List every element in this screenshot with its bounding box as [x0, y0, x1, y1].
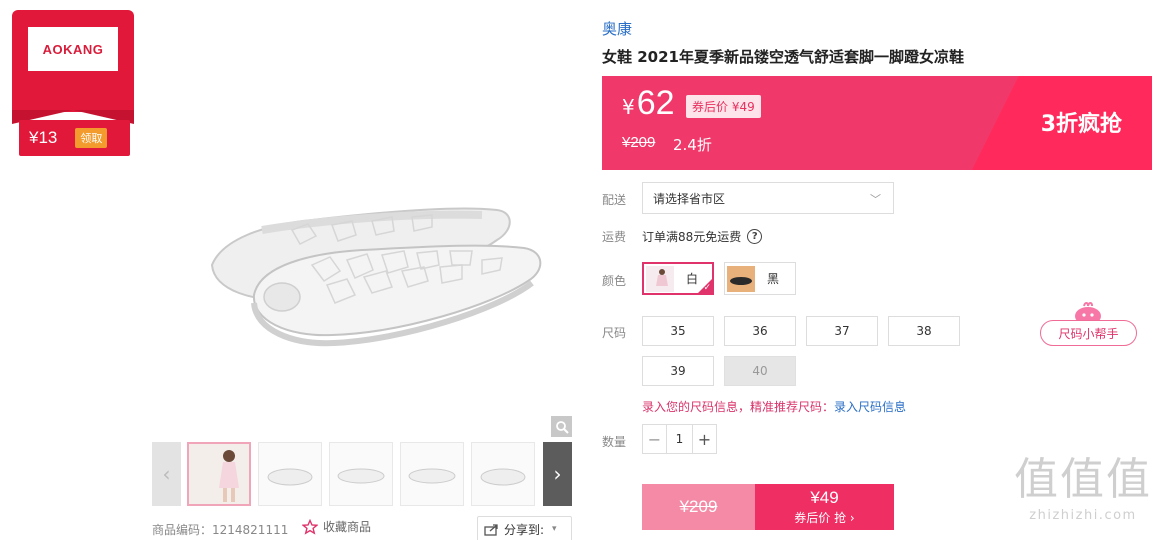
buy-with-coupon-button[interactable]: ¥49 券后价 抢 ›: [755, 484, 894, 530]
coupon-top: AOKANG: [12, 10, 134, 124]
caret-down-icon: ▾: [552, 524, 557, 534]
brand-logo-text: AOKANG: [42, 41, 104, 57]
enter-size-info-link[interactable]: 录入尺码信息: [834, 400, 906, 414]
thumbnail-1[interactable]: [187, 442, 251, 506]
product-title: 女鞋 2021年夏季新品镂空透气舒适套脚一脚蹬女凉鞋: [602, 48, 964, 66]
size-option-37[interactable]: 37: [806, 316, 878, 346]
size-option-38[interactable]: 38: [888, 316, 960, 346]
sku-code: 商品编码：1214821111: [152, 523, 289, 537]
color-label: 颜色: [602, 274, 627, 288]
thumbnail-3[interactable]: [329, 442, 393, 506]
quantity-stepper: − 1 +: [642, 424, 717, 454]
shoe-thumbnail: [337, 468, 385, 484]
share-label: 分享到:: [504, 522, 545, 537]
size-record-text: 录入您的尺码信息，精准推荐尺码：: [642, 400, 835, 414]
buy-button-group: ¥209 ¥49 券后价 抢 ›: [642, 484, 894, 530]
currency-symbol: ¥: [622, 95, 635, 119]
watermark-url: zhizhizhi.com: [1029, 508, 1137, 523]
promo-label: 3折疯抢: [1040, 112, 1122, 137]
thumbnail-2[interactable]: [258, 442, 322, 506]
coupon-amount: ¥13: [29, 128, 58, 147]
share-dropdown[interactable]: 分享到: ▾: [477, 516, 572, 540]
main-product-image: [152, 15, 572, 435]
chevron-down-icon: ﹀: [870, 193, 881, 206]
shipping-note: 订单满88元免运费 ?: [642, 228, 763, 245]
shipping-note-text: 订单满88元免运费: [642, 230, 742, 244]
quantity-input[interactable]: 1: [666, 425, 693, 453]
size-helper-button[interactable]: 尺码小帮手: [1040, 320, 1137, 346]
coupon-card[interactable]: AOKANG ¥13 领取: [12, 10, 134, 156]
watermark-logo: 值值值: [1014, 454, 1152, 505]
shipping-label: 运费: [602, 230, 627, 244]
buy-coupon-price: ¥49: [810, 488, 839, 507]
thumbnail-4[interactable]: [400, 442, 464, 506]
favorite-label: 收藏商品: [323, 520, 372, 534]
size-option-36[interactable]: 36: [724, 316, 796, 346]
shoe-illustration: [210, 207, 542, 347]
star-icon: [302, 518, 318, 535]
size-option-40: 40: [724, 356, 796, 386]
check-icon: ✓: [703, 283, 711, 293]
color-option-label: 黑: [767, 272, 780, 286]
quantity-label: 数量: [602, 435, 627, 449]
zoom-button[interactable]: [551, 416, 572, 437]
color-option-label: 白: [686, 272, 699, 286]
buy-original-price: ¥209: [642, 484, 755, 530]
thumbnail-prev-button[interactable]: ‹: [152, 442, 181, 506]
original-price: ¥209: [622, 134, 656, 151]
size-option-39[interactable]: 39: [642, 356, 714, 386]
white-shoe-swatch: [646, 265, 674, 292]
color-option-white[interactable]: 白 ✓: [642, 262, 714, 295]
size-label: 尺码: [602, 326, 627, 340]
coupon-bottom: ¥13 领取: [19, 120, 130, 156]
shoe-thumbnail: [408, 468, 456, 484]
shoe-thumbnail: [480, 468, 526, 486]
favorite-button[interactable]: 收藏商品: [302, 518, 371, 535]
chevron-right-icon: ›: [553, 462, 562, 486]
thumbnail-5[interactable]: [471, 442, 535, 506]
price-value: 62: [636, 84, 675, 122]
region-placeholder: 请选择省市区: [653, 191, 726, 206]
buy-cta-label: 券后价 抢 ›: [794, 511, 855, 525]
size-info-links: 录入您的尺码信息，精准推荐尺码：录入尺码信息: [642, 398, 906, 415]
brand-link[interactable]: 奥康: [602, 18, 632, 39]
current-price: ¥ 62: [622, 84, 675, 123]
claim-coupon-button[interactable]: 领取: [75, 128, 108, 148]
help-icon[interactable]: ?: [747, 229, 763, 244]
model-photo-thumbnail: [189, 444, 249, 504]
coupon-price-tag: 券后价 ¥49: [686, 95, 761, 118]
black-shoe-swatch: [727, 265, 755, 292]
share-icon: [484, 523, 498, 536]
thumbnail-next-button[interactable]: ›: [543, 442, 572, 506]
price-banner: ¥ 62 券后价 ¥49 ¥209 2.4折 3折疯抢: [602, 76, 1152, 170]
decrement-button[interactable]: −: [643, 425, 666, 453]
region-select[interactable]: 请选择省市区 ﹀: [642, 182, 894, 214]
magnifier-icon: [555, 420, 569, 434]
size-option-35[interactable]: 35: [642, 316, 714, 346]
shoe-thumbnail: [267, 468, 313, 486]
chevron-left-icon: ‹: [162, 462, 171, 486]
site-watermark: 值值值 zhizhizhi.com: [1010, 454, 1156, 524]
brand-logo: AOKANG: [28, 27, 118, 71]
color-option-black[interactable]: 黑: [724, 262, 796, 295]
increment-button[interactable]: +: [693, 425, 716, 453]
delivery-label: 配送: [602, 193, 627, 207]
discount-label: 2.4折: [673, 136, 712, 154]
